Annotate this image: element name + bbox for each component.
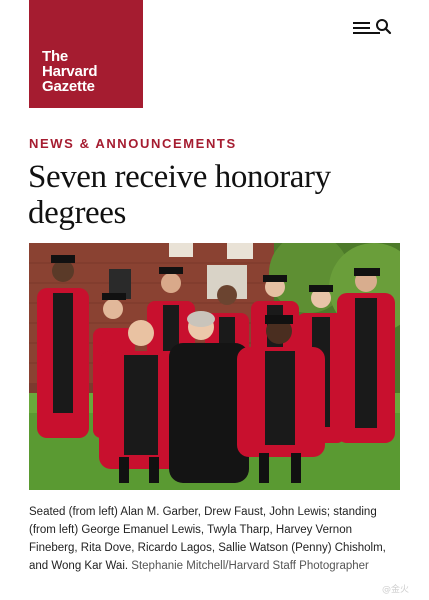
hamburger-search-icon	[353, 19, 392, 35]
harvard-gazette-logo[interactable]: The Harvard Gazette	[29, 0, 143, 108]
logo-line-1: The	[42, 48, 69, 65]
article-photo	[29, 243, 400, 490]
photo-caption: Seated (from left) Alan M. Garber, Drew …	[29, 503, 399, 575]
menu-search-button[interactable]	[350, 16, 394, 40]
honorary-degrees-group-photo	[29, 243, 400, 490]
article-headline: Seven receive honorary degrees	[28, 159, 331, 231]
logo-line-2: Harvard	[42, 63, 98, 80]
watermark: @金火	[382, 585, 410, 595]
section-label[interactable]: NEWS & ANNOUNCEMENTS	[29, 136, 237, 151]
photo-credit: Stephanie Mitchell/Harvard Staff Photogr…	[131, 560, 369, 572]
logo-line-3: Gazette	[42, 78, 95, 95]
